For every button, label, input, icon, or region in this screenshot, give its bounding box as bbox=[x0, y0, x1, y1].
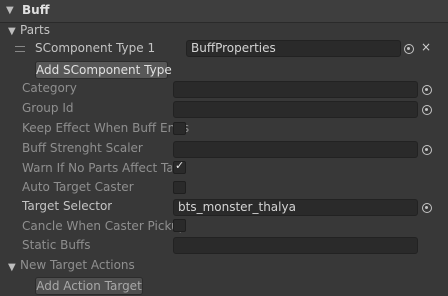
category-label: Category bbox=[22, 81, 77, 95]
component-header[interactable]: ▼ Buff bbox=[0, 0, 448, 23]
scomponent-type-label: SComponent Type 1 bbox=[35, 41, 156, 55]
keep-effect-toggle[interactable] bbox=[173, 122, 186, 135]
close-icon[interactable]: × bbox=[421, 40, 431, 54]
new-target-actions-label[interactable]: New Target Actions bbox=[20, 258, 135, 272]
warn-if-no-parts-toggle[interactable]: ✓ bbox=[173, 159, 186, 174]
target-selector-label: Target Selector bbox=[22, 199, 113, 213]
object-picker-icon[interactable] bbox=[404, 44, 414, 54]
component-title: Buff bbox=[22, 3, 50, 17]
object-picker-icon[interactable] bbox=[422, 203, 432, 213]
drag-handle-icon[interactable] bbox=[15, 46, 25, 52]
object-picker-icon[interactable] bbox=[422, 105, 432, 115]
object-picker-icon[interactable] bbox=[422, 85, 432, 95]
group-id-label: Group Id bbox=[22, 101, 74, 115]
target-selector-field[interactable]: bts_monster_thalya bbox=[173, 199, 418, 216]
parts-foldout-triangle-icon[interactable]: ▼ bbox=[8, 26, 16, 37]
group-id-field[interactable] bbox=[173, 101, 418, 118]
add-action-target-button[interactable]: Add Action Target bbox=[35, 277, 143, 295]
auto-target-caster-toggle[interactable] bbox=[173, 181, 186, 194]
checkmark-icon: ✓ bbox=[175, 159, 185, 172]
auto-target-caster-label: Auto Target Caster bbox=[22, 180, 134, 194]
scomponent-type-field[interactable]: BuffProperties bbox=[186, 40, 401, 57]
buff-strength-scaler-label: Buff Strenght Scaler bbox=[22, 141, 143, 155]
parts-foldout-label[interactable]: Parts bbox=[20, 23, 50, 37]
category-field[interactable] bbox=[173, 81, 418, 98]
new-target-actions-triangle-icon[interactable]: ▼ bbox=[8, 262, 16, 273]
object-picker-icon[interactable] bbox=[422, 145, 432, 155]
static-buffs-field[interactable] bbox=[173, 237, 418, 254]
cancel-when-caster-pickup-label: Cancle When Caster Pickup bbox=[22, 219, 187, 233]
add-scomponent-type-button[interactable]: Add SComponent Type bbox=[35, 61, 172, 79]
cancel-when-caster-pickup-toggle[interactable] bbox=[173, 219, 186, 232]
keep-effect-label: Keep Effect When Buff Ends bbox=[22, 121, 190, 135]
warn-if-no-parts-label: Warn If No Parts Affect Targe bbox=[22, 161, 172, 175]
static-buffs-label: Static Buffs bbox=[22, 238, 91, 252]
collapse-triangle-icon[interactable]: ▼ bbox=[6, 5, 14, 16]
buff-strength-scaler-field[interactable] bbox=[173, 141, 418, 158]
